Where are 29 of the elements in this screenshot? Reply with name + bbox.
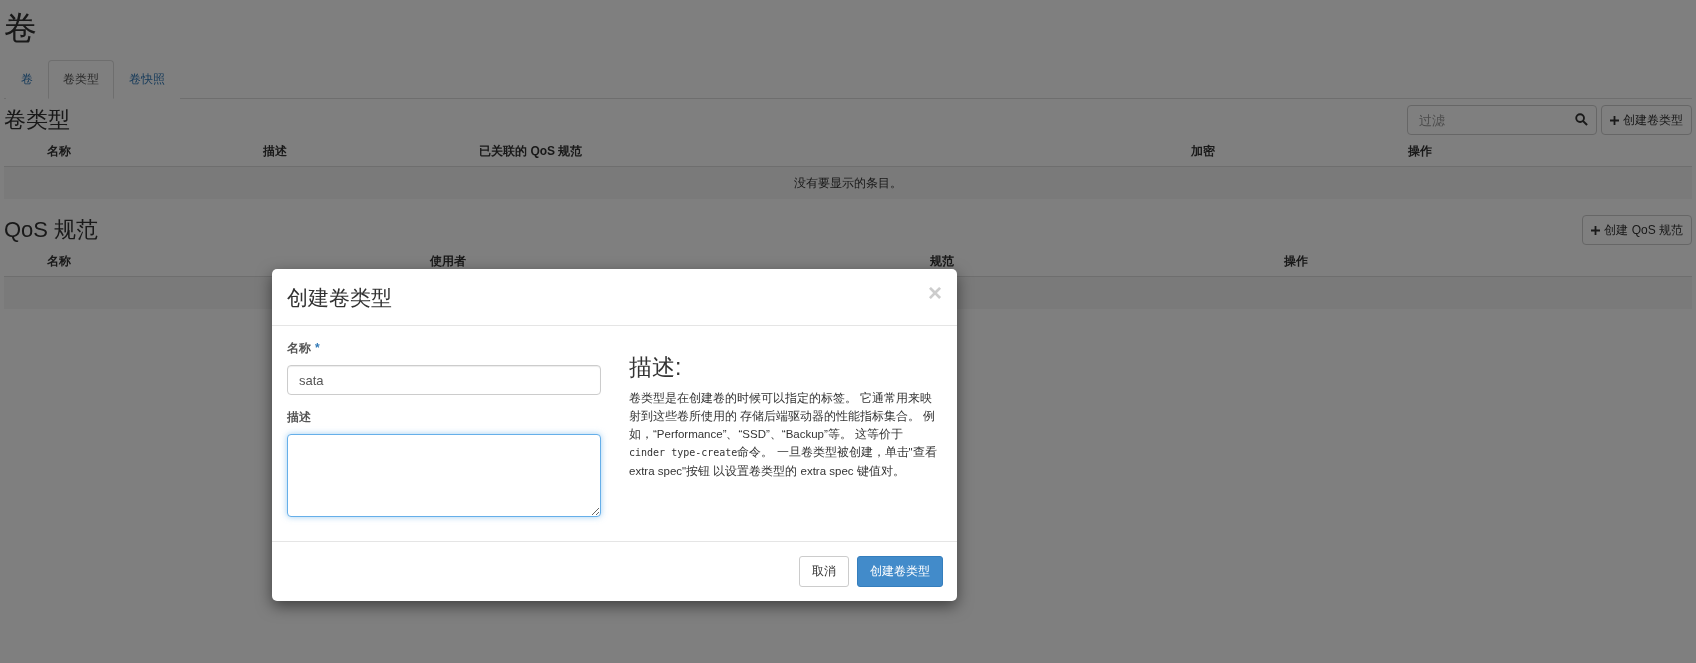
column-header: 已关联的 QoS 规范 (478, 143, 584, 160)
create-qos-button[interactable]: 创建 QoS 规范 (1582, 215, 1692, 245)
field-label: 描述 (287, 409, 312, 426)
empty-row: 没有要显示的条目。 (4, 167, 1692, 199)
help-text: 卷类型是在创建卷的时候可以指定的标签。 它通常用来映射到这些卷所使用的 存储后端驱动器的性能指标集合。 例如，“Performance”、“SSD”、“Backup”等。 这等价于 cinder type-create命令。 一旦卷类型被创建，单击"查看 extra spec"按钮 以设置卷类型的 extra spec 键值对。 (629, 391, 938, 479)
section-title: QoS 规范 (4, 216, 99, 244)
plus-icon (1610, 115, 1619, 125)
modal-title: 创建卷类型 (287, 285, 392, 311)
create-volume-type-button[interactable]: 创建卷类型 (1601, 105, 1692, 135)
tab[interactable]: 卷类型 (48, 60, 114, 99)
submit-button[interactable]: 创建卷类型 (857, 556, 943, 587)
description-textarea[interactable] (287, 434, 601, 517)
required-mark: * (315, 341, 320, 355)
page-title: 卷 (4, 8, 38, 48)
plus-icon (1591, 225, 1601, 235)
field-label: 名称 * (287, 340, 321, 357)
search-icon (1575, 113, 1588, 126)
column-header: 使用者 (429, 253, 468, 270)
section-title: 卷类型 (4, 106, 70, 134)
column-header: 操作 (1283, 253, 1310, 270)
column-header: 名称 (46, 253, 72, 270)
cancel-button[interactable]: 取消 (799, 556, 849, 587)
help-title: 描述: (629, 353, 683, 382)
column-header: 规范 (928, 253, 955, 270)
column-header: 描述 (262, 143, 289, 160)
column-header: 名称 (46, 143, 72, 160)
column-header: 操作 (1406, 143, 1433, 160)
column-header: 加密 (1190, 143, 1217, 160)
name-input[interactable]: sata (287, 365, 601, 395)
